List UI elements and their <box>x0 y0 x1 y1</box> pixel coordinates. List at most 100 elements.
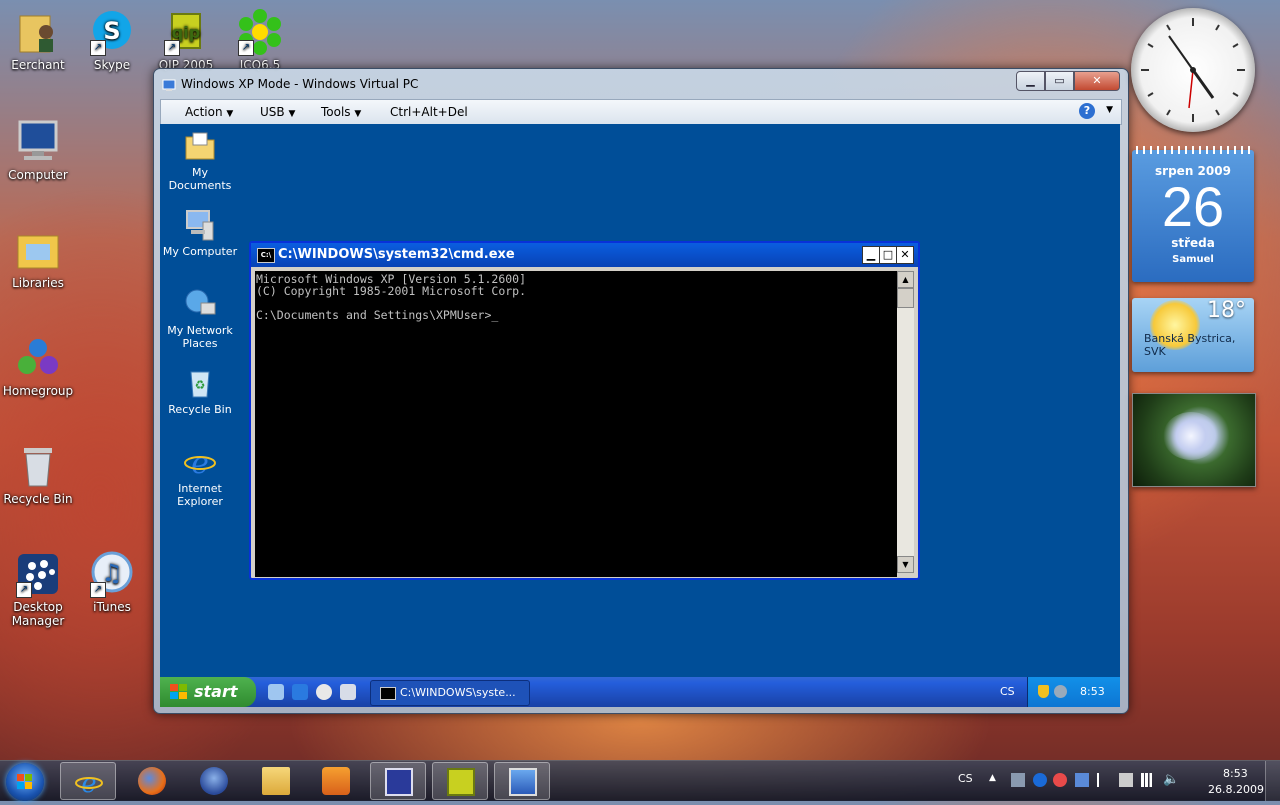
desktop-icon-qip[interactable]: qip ↗ QIP 2005 <box>148 8 224 72</box>
xp-icon-label: My Documents <box>168 166 232 192</box>
caption-buttons: ▁ ▭ ✕ <box>1016 71 1120 91</box>
action-center-flag-icon[interactable] <box>1097 773 1113 787</box>
network-signal-icon[interactable] <box>1141 773 1155 787</box>
taskbar-clock-date[interactable]: 26.8.2009 <box>1208 783 1264 796</box>
cmd-maximize-button[interactable]: □ <box>879 246 897 264</box>
taskbar-qip[interactable] <box>432 762 488 800</box>
speaker-tray-icon[interactable] <box>1054 685 1067 698</box>
desktop-icon-label: Skype <box>93 58 131 72</box>
clock-gadget[interactable] <box>1131 8 1255 132</box>
recycle-bin-icon <box>14 442 62 490</box>
xp-start-button[interactable]: start <box>160 677 256 707</box>
tray-display-icon[interactable] <box>1075 773 1089 787</box>
taskbar-virtual-pc[interactable] <box>494 762 550 800</box>
start-orb-button[interactable] <box>6 763 44 801</box>
show-hidden-icons-arrow-icon[interactable]: ▲ <box>989 773 996 783</box>
desktop-icon-computer[interactable]: Computer <box>0 118 76 182</box>
xp-icon-my-computer[interactable]: My Computer <box>160 208 240 258</box>
quicklaunch-media-player-icon[interactable] <box>316 684 332 700</box>
calendar-day: 26 <box>1161 175 1225 238</box>
taskbar-clock-time[interactable]: 8:53 <box>1223 767 1248 780</box>
qip-icon: qip ↗ <box>162 8 210 56</box>
desktop-icon-recycle-bin[interactable]: Recycle Bin <box>0 442 76 506</box>
quicklaunch-floppy-icon[interactable] <box>340 684 356 700</box>
scroll-thumb[interactable] <box>897 288 914 308</box>
desktop-icon-label: iTunes <box>93 600 131 614</box>
media-player-icon <box>322 767 350 795</box>
cmd-close-button[interactable]: ✕ <box>896 246 914 264</box>
dropdown-arrow-icon: ▼ <box>354 109 362 119</box>
quicklaunch-ie-icon[interactable] <box>292 684 308 700</box>
desktop-icon-eerchant[interactable]: Eerchant <box>0 8 76 72</box>
xp-icon-label: Internet Explorer <box>177 482 223 508</box>
xp-icon-internet-explorer[interactable]: e Internet Explorer <box>160 445 240 508</box>
cmd-app-icon: C:\ <box>257 248 275 263</box>
console-output[interactable]: Microsoft Windows XP [Version 5.1.2600] … <box>255 271 897 577</box>
desktop-icon-skype[interactable]: S ↗ Skype <box>74 8 150 72</box>
help-dropdown-arrow-icon[interactable]: ▼ <box>1106 105 1113 115</box>
tray-monitor-icon[interactable] <box>1011 773 1025 787</box>
taskbar-thunderbird[interactable] <box>186 762 242 800</box>
xp-task-cmd[interactable]: C:\WINDOWS\syste... <box>370 680 530 706</box>
menu-tools[interactable]: Tools ▼ <box>321 105 361 119</box>
xp-system-tray: 8:53 <box>1027 677 1120 707</box>
menu-usb[interactable]: USB ▼ <box>260 105 295 119</box>
xp-language-indicator[interactable]: CS <box>1000 685 1015 698</box>
xp-guest-screen[interactable]: My Documents My Computer My Network Plac… <box>160 124 1120 707</box>
internet-explorer-icon: e <box>183 445 217 481</box>
internet-explorer-icon: e <box>75 768 103 799</box>
scroll-up-arrow-icon[interactable]: ▲ <box>897 271 914 288</box>
dropdown-arrow-icon: ▼ <box>226 109 234 119</box>
desktop-icon-libraries[interactable]: Libraries <box>0 226 76 290</box>
firefox-icon <box>138 767 166 795</box>
my-computer-icon <box>183 208 217 242</box>
desktop-icon-homegroup[interactable]: Homegroup <box>0 334 76 398</box>
taskbar-media-player[interactable] <box>308 762 364 800</box>
language-indicator[interactable]: CS <box>958 772 973 785</box>
taskbar-floppy-app[interactable] <box>370 762 426 800</box>
desktop-icon-itunes[interactable]: ♫ ↗ iTunes <box>74 550 150 614</box>
menu-ctrl-alt-del[interactable]: Ctrl+Alt+Del <box>390 105 468 119</box>
xp-clock[interactable]: 8:53 <box>1080 685 1105 698</box>
maximize-button[interactable]: ▭ <box>1045 71 1074 91</box>
windows-logo-icon <box>17 774 32 789</box>
show-desktop-button[interactable] <box>1265 761 1280 801</box>
xp-icon-recycle-bin[interactable]: ♻ Recycle Bin <box>160 366 240 416</box>
security-shield-icon[interactable] <box>1038 685 1049 698</box>
libraries-folder-icon <box>14 226 62 274</box>
weather-gadget[interactable]: 18° Banská Bystrica, SVK <box>1132 298 1254 372</box>
homegroup-icon <box>14 334 62 382</box>
scroll-down-arrow-icon[interactable]: ▼ <box>897 556 914 573</box>
bluetooth-icon[interactable] <box>1033 773 1047 787</box>
taskbar-ie[interactable]: e <box>60 762 116 800</box>
qip-icon <box>447 768 475 796</box>
network-globe-icon <box>183 287 217 321</box>
skype-icon: S ↗ <box>88 8 136 56</box>
menu-action[interactable]: Action ▼ <box>185 105 233 119</box>
calendar-gadget[interactable]: srpen 2009 26 středa Samuel <box>1132 146 1254 282</box>
desktop-icon-icq[interactable]: ↗ ICQ6.5 <box>222 8 298 72</box>
virtual-pc-window[interactable]: Windows XP Mode - Windows Virtual PC ▁ ▭… <box>153 68 1129 714</box>
shortcut-arrow-icon: ↗ <box>90 582 106 598</box>
desktop-icon-desktop-manager[interactable]: ↗ Desktop Manager <box>0 550 76 628</box>
cmd-minimize-button[interactable]: ▁ <box>862 246 880 264</box>
tray-app-icon[interactable] <box>1053 773 1067 787</box>
desktop-icon-label: Homegroup <box>2 384 74 398</box>
xp-icon-my-network-places[interactable]: My Network Places <box>160 287 240 350</box>
taskbar-firefox[interactable] <box>124 762 180 800</box>
cmd-window[interactable]: C:\ C:\WINDOWS\system32\cmd.exe ▁ □ ✕ Mi… <box>249 241 920 580</box>
close-button[interactable]: ✕ <box>1074 71 1120 91</box>
quicklaunch-show-desktop-icon[interactable] <box>268 684 284 700</box>
volume-icon[interactable]: 🔈 <box>1163 773 1179 787</box>
help-icon[interactable]: ? <box>1079 103 1095 119</box>
tray-device-icon[interactable] <box>1119 773 1133 787</box>
shortcut-arrow-icon: ↗ <box>164 40 180 56</box>
minimize-button[interactable]: ▁ <box>1016 71 1045 91</box>
taskbar-explorer[interactable] <box>248 762 304 800</box>
system-tray: CS ▲ 🔈 8:53 26.8.2009 <box>955 761 1280 801</box>
console-scrollbar[interactable]: ▲ ▼ <box>897 271 914 573</box>
slideshow-gadget[interactable] <box>1132 393 1256 487</box>
cmd-title-bar[interactable]: C:\ C:\WINDOWS\system32\cmd.exe ▁ □ ✕ <box>251 243 918 267</box>
itunes-icon: ♫ ↗ <box>88 550 136 598</box>
xp-icon-my-documents[interactable]: My Documents <box>160 129 240 192</box>
